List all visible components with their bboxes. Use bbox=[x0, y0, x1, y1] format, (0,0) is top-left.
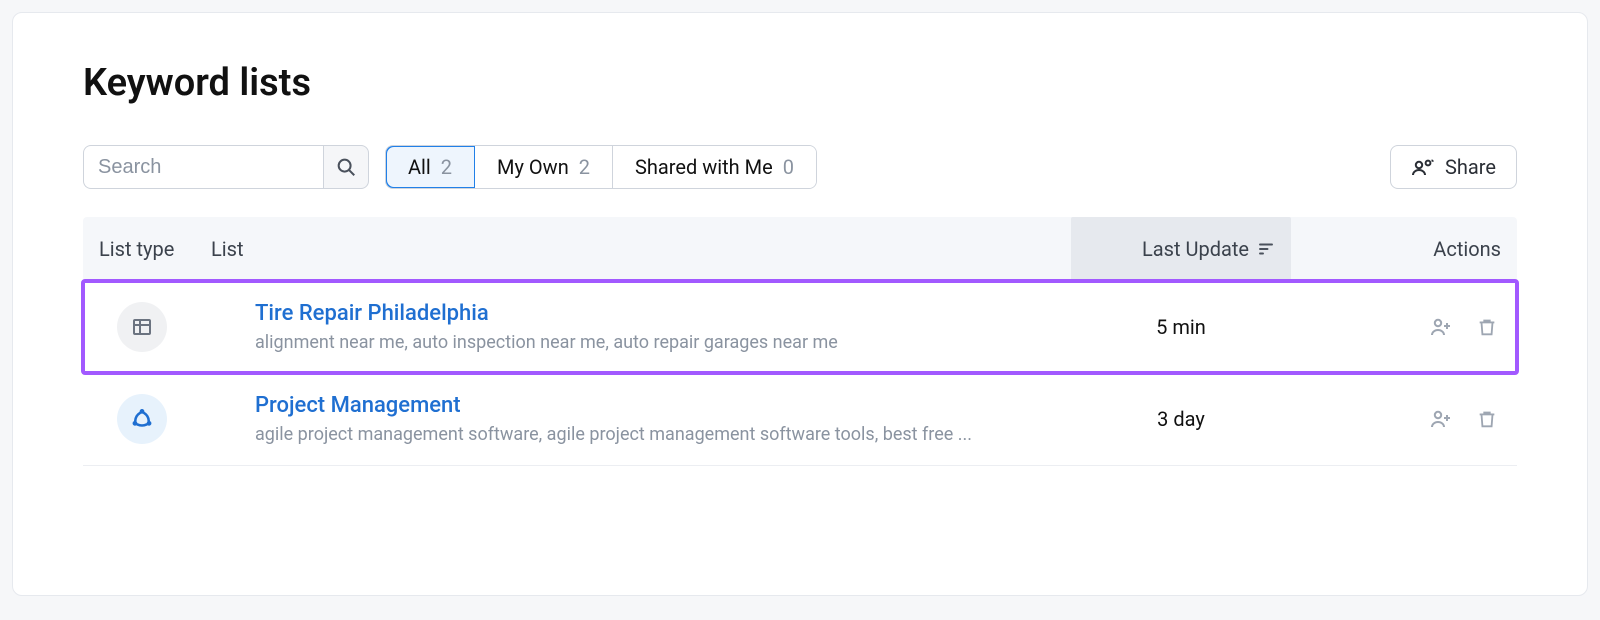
filter-tab-my-own[interactable]: My Own 2 bbox=[475, 146, 613, 188]
list-type-cell bbox=[99, 394, 211, 444]
delete-row-button[interactable] bbox=[1473, 313, 1501, 341]
filter-tab-label: All bbox=[408, 155, 431, 179]
share-people-icon bbox=[1411, 155, 1435, 179]
list-title-link[interactable]: Tire Repair Philadelphia bbox=[255, 301, 489, 326]
column-header-list: List bbox=[211, 237, 1071, 261]
sort-desc-icon bbox=[1257, 240, 1275, 258]
table-header: List type List Last Update Actions bbox=[83, 217, 1517, 281]
list-cell: Project Management agile project managem… bbox=[211, 393, 1071, 445]
share-button[interactable]: Share bbox=[1390, 145, 1517, 189]
actions-cell bbox=[1291, 405, 1501, 433]
list-type-icon bbox=[117, 302, 167, 352]
keyword-lists-card: Keyword lists All 2 My Own 2 Shared with… bbox=[12, 12, 1588, 596]
person-add-icon bbox=[1429, 407, 1453, 431]
filter-tab-all[interactable]: All 2 bbox=[386, 146, 475, 188]
column-header-last-update[interactable]: Last Update bbox=[1071, 217, 1291, 281]
actions-cell bbox=[1291, 313, 1501, 341]
filter-tabs: All 2 My Own 2 Shared with Me 0 bbox=[385, 145, 817, 189]
table-row: Project Management agile project managem… bbox=[83, 373, 1517, 466]
table-row: Tire Repair Philadelphia alignment near … bbox=[83, 281, 1517, 373]
column-header-type: List type bbox=[99, 237, 211, 261]
share-button-label: Share bbox=[1445, 155, 1496, 179]
search-icon bbox=[335, 156, 357, 178]
delete-row-button[interactable] bbox=[1473, 405, 1501, 433]
trash-icon bbox=[1476, 408, 1498, 430]
controls-row: All 2 My Own 2 Shared with Me 0 Share bbox=[83, 145, 1517, 189]
filter-tab-count: 2 bbox=[579, 155, 590, 179]
shared-icon bbox=[129, 406, 155, 432]
table-icon bbox=[130, 315, 154, 339]
search bbox=[83, 145, 369, 189]
share-row-button[interactable] bbox=[1427, 313, 1455, 341]
filter-tab-label: Shared with Me bbox=[635, 155, 773, 179]
filter-tab-shared[interactable]: Shared with Me 0 bbox=[613, 146, 816, 188]
search-input[interactable] bbox=[83, 145, 323, 189]
list-type-cell bbox=[99, 302, 211, 352]
last-update-cell: 5 min bbox=[1071, 315, 1291, 339]
list-title-link[interactable]: Project Management bbox=[255, 393, 461, 418]
list-subtitle: alignment near me, auto inspection near … bbox=[255, 332, 1071, 353]
filter-tab-count: 2 bbox=[441, 155, 452, 179]
share-row-button[interactable] bbox=[1427, 405, 1455, 433]
trash-icon bbox=[1476, 316, 1498, 338]
list-subtitle: agile project management software, agile… bbox=[255, 424, 1071, 445]
column-header-last-update-label: Last Update bbox=[1142, 237, 1249, 261]
last-update-cell: 3 day bbox=[1071, 407, 1291, 431]
list-type-icon bbox=[117, 394, 167, 444]
list-cell: Tire Repair Philadelphia alignment near … bbox=[211, 301, 1071, 353]
filter-tab-count: 0 bbox=[783, 155, 794, 179]
person-add-icon bbox=[1429, 315, 1453, 339]
page-title: Keyword lists bbox=[83, 61, 1517, 105]
column-header-actions: Actions bbox=[1291, 237, 1501, 261]
search-button[interactable] bbox=[323, 145, 369, 189]
filter-tab-label: My Own bbox=[497, 155, 569, 179]
